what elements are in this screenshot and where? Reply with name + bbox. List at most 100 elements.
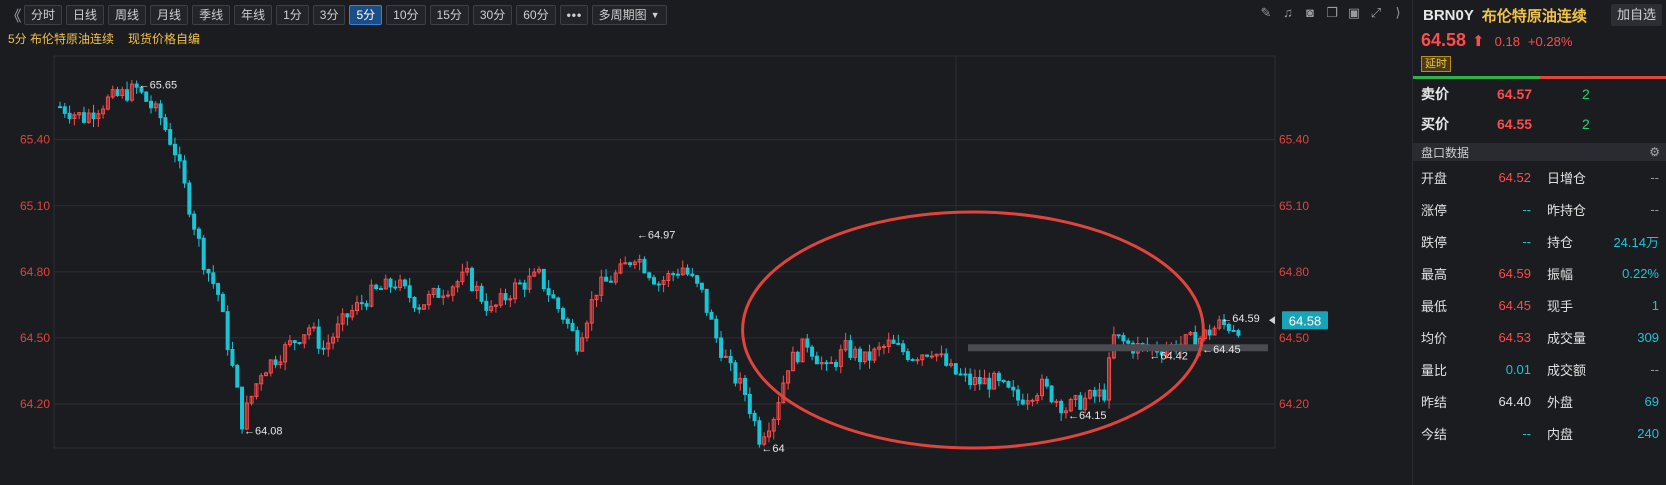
stat-value: -- bbox=[1522, 425, 1531, 441]
extreme-annotation: ←64.15 bbox=[1068, 410, 1107, 422]
kline-svg[interactable]: 65.40 65.40 65.10 65.10 64.80 64.80 64.50 64.50… bbox=[0, 52, 1412, 485]
candle-body bbox=[551, 294, 556, 299]
period-button[interactable]: 5分 bbox=[349, 5, 383, 25]
stat-value: -- bbox=[1650, 169, 1659, 185]
candle-body bbox=[1116, 334, 1121, 337]
candle-body bbox=[1030, 399, 1035, 402]
stat-value: 64.53 bbox=[1498, 329, 1531, 345]
candle-body bbox=[91, 112, 96, 120]
candle-body bbox=[393, 286, 398, 289]
bell-icon[interactable]: ♫ bbox=[1280, 5, 1296, 21]
candle-body bbox=[642, 258, 647, 274]
candle-body bbox=[881, 345, 886, 348]
candle-body bbox=[292, 340, 297, 344]
bid-ask-strength-bar bbox=[1413, 76, 1666, 79]
candle-body bbox=[752, 412, 757, 422]
ask-price: 64.57 bbox=[1497, 86, 1533, 102]
layout-icon[interactable]: ▣ bbox=[1346, 5, 1362, 21]
candle-body bbox=[987, 377, 992, 390]
period-button[interactable]: 30分 bbox=[472, 5, 513, 25]
candle-body bbox=[374, 284, 379, 290]
stat-value: 64.40 bbox=[1498, 393, 1531, 409]
collapse-left-icon[interactable]: 《 bbox=[4, 5, 24, 26]
candle-body bbox=[115, 89, 120, 97]
period-button[interactable]: 15分 bbox=[429, 5, 469, 25]
app-window: 《 分时 日线 周线 月线 季线 年线 1分 3分 5分 10分 15分 30分 60分 ••• 多周期… bbox=[0, 0, 1666, 485]
candle-body bbox=[733, 362, 738, 384]
bid-price: 64.55 bbox=[1497, 116, 1533, 132]
quote-panel: BRN0Y 布伦特原油连续 加自选 64.58 ⬆ 0.18 +0.28% 延时… bbox=[1412, 0, 1666, 485]
stat-value: 240 bbox=[1637, 425, 1659, 441]
candle-body bbox=[575, 330, 580, 352]
period-button[interactable]: 60分 bbox=[516, 5, 556, 25]
candle-body bbox=[968, 373, 973, 385]
period-button[interactable]: 日线 bbox=[66, 5, 105, 25]
price-tag-label: 64.58 bbox=[1289, 313, 1322, 328]
delay-badge: 延时 bbox=[1421, 56, 1451, 72]
stat-value: -- bbox=[1522, 233, 1531, 249]
candle-body bbox=[446, 294, 451, 297]
candle-body bbox=[1054, 400, 1059, 403]
candle-body bbox=[560, 308, 565, 320]
candle-body bbox=[996, 372, 1001, 381]
more-periods-button[interactable]: ••• bbox=[559, 5, 588, 25]
gear-icon[interactable]: ⚙ bbox=[1649, 145, 1660, 159]
fullscreen-icon[interactable]: ⤢ bbox=[1368, 5, 1384, 21]
candle-body bbox=[81, 112, 86, 123]
period-button[interactable]: 1分 bbox=[276, 5, 309, 25]
stat-label: 内盘 bbox=[1547, 426, 1574, 442]
candle-body bbox=[187, 182, 192, 215]
candle-body bbox=[407, 285, 412, 299]
price-change: 0.18 bbox=[1494, 34, 1520, 49]
candle-body bbox=[834, 361, 839, 367]
candle-body bbox=[709, 311, 714, 320]
stat-row: 均价 64.53 成交量 309 bbox=[1413, 321, 1666, 353]
period-button[interactable]: 10分 bbox=[386, 5, 426, 25]
stat-label: 成交量 bbox=[1547, 330, 1587, 346]
period-button[interactable]: 月线 bbox=[150, 5, 189, 25]
copy-icon[interactable]: ❐ bbox=[1324, 5, 1340, 21]
stat-label: 均价 bbox=[1421, 330, 1448, 346]
candle-body bbox=[1126, 340, 1131, 344]
period-button[interactable]: 年线 bbox=[234, 5, 273, 25]
candle-body bbox=[163, 117, 168, 131]
candle-body bbox=[685, 267, 690, 275]
candle-body bbox=[795, 351, 800, 363]
extreme-annotation: ←64.42 bbox=[1149, 351, 1188, 363]
multi-period-button[interactable]: 多周期图 ▼ bbox=[591, 5, 667, 25]
candle-body bbox=[1226, 323, 1231, 331]
candle-body bbox=[651, 277, 656, 285]
candle-body bbox=[570, 322, 575, 332]
collapse-right-icon[interactable]: ⟩ bbox=[1390, 5, 1406, 21]
stat-value: 64.52 bbox=[1498, 169, 1531, 185]
candle-body bbox=[891, 339, 896, 344]
candle-body bbox=[517, 282, 522, 285]
ask-volume: 2 bbox=[1582, 86, 1590, 102]
bid-volume: 2 bbox=[1582, 116, 1590, 132]
period-button[interactable]: 分时 bbox=[24, 5, 63, 25]
candle-body bbox=[944, 353, 949, 366]
pen-icon[interactable]: ✎ bbox=[1258, 5, 1274, 21]
candle-body bbox=[1121, 335, 1126, 342]
candle-body bbox=[201, 237, 206, 270]
price-pointer-icon bbox=[1269, 316, 1275, 325]
spot-price-label[interactable]: 现货价格自编 bbox=[128, 30, 200, 46]
candle-body bbox=[608, 280, 613, 283]
period-button[interactable]: 3分 bbox=[312, 5, 346, 25]
candle-body bbox=[1001, 379, 1006, 383]
period-button[interactable]: 周线 bbox=[108, 5, 147, 25]
stat-value: 0.01 bbox=[1505, 361, 1531, 377]
kline-chart[interactable]: 65.40 65.40 65.10 65.10 64.80 64.80 64.50 64.50… bbox=[0, 52, 1412, 485]
stat-label: 昨结 bbox=[1421, 394, 1448, 410]
camera-icon[interactable]: ◙ bbox=[1302, 5, 1318, 21]
candle-body bbox=[58, 106, 62, 109]
plot-frame bbox=[53, 55, 1276, 449]
add-watchlist-button[interactable]: 加自选 bbox=[1610, 4, 1662, 26]
candle-body bbox=[910, 358, 915, 361]
period-button[interactable]: 季线 bbox=[192, 5, 231, 25]
y-tick-label-right: 65.10 bbox=[1279, 199, 1309, 213]
candle-body bbox=[939, 353, 944, 356]
candle-body bbox=[805, 338, 810, 348]
candle-body bbox=[647, 272, 652, 279]
stat-label: 最低 bbox=[1421, 298, 1448, 314]
